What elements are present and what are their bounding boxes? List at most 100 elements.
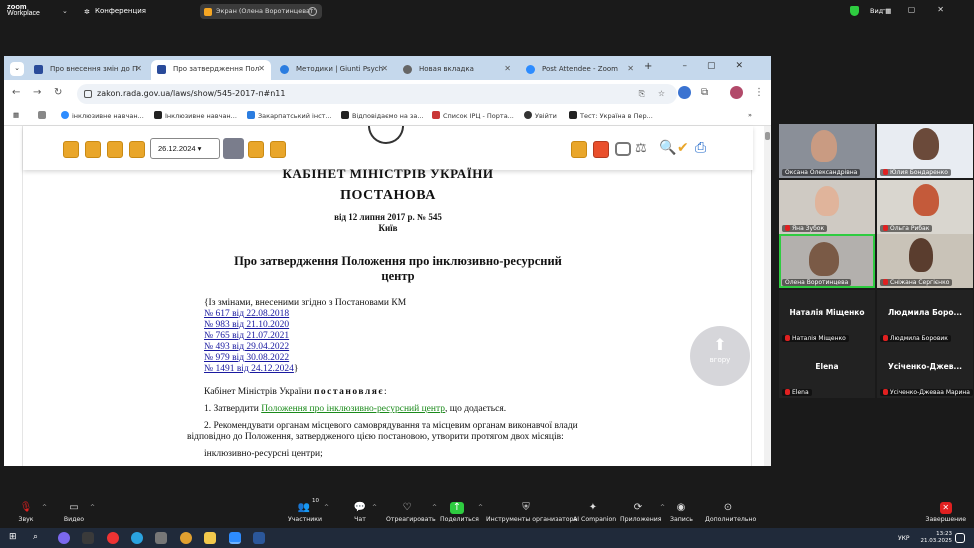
chevron-up-icon[interactable]: ^ [660, 504, 665, 511]
viber-icon[interactable] [58, 532, 70, 544]
doc-card-icon[interactable] [571, 141, 587, 158]
extension-icon[interactable] [678, 86, 691, 99]
new-tab-button[interactable]: + [644, 61, 652, 72]
back-icon[interactable]: ← [12, 87, 20, 98]
windows-start-icon[interactable]: ⊞ [9, 532, 21, 544]
apps-button[interactable]: ⟳ Приложения ^ [620, 498, 665, 523]
bookmark-star-icon[interactable]: ☆ [658, 84, 665, 104]
telegram-icon[interactable] [131, 532, 143, 544]
zoom-taskbar-icon[interactable] [229, 532, 241, 544]
window-controls[interactable]: –▢✕ [882, 5, 966, 14]
file-explorer-icon[interactable] [204, 532, 216, 544]
participant-tile[interactable]: Оксана Олександрівна [779, 124, 875, 178]
scroll-to-top-button[interactable]: ⬆ вгору [690, 326, 750, 386]
participant-tile[interactable]: Elena Elena [779, 344, 875, 398]
apps-grid-icon[interactable]: ▦ [13, 111, 19, 119]
app-icon[interactable] [82, 532, 94, 544]
chevron-up-icon[interactable]: ^ [478, 504, 483, 511]
video-button[interactable]: ▭ Видео ^ [62, 498, 95, 523]
profile-avatar[interactable] [730, 86, 743, 99]
regulation-link[interactable]: Положення про інклюзивно-ресурсний центр [261, 404, 445, 414]
browser-tab[interactable]: Post Attendee - Zoom ✕ [520, 60, 640, 80]
more-bookmarks-icon[interactable]: » [748, 111, 752, 119]
chrome-icon[interactable] [107, 532, 119, 544]
chrome-icon[interactable] [180, 532, 192, 544]
bookmark-item[interactable]: Увійти [524, 111, 557, 120]
change-link[interactable]: № 617 від 22.08.2018 [204, 309, 289, 319]
bookmark-item[interactable]: Список ІРЦ - Порта... [432, 111, 514, 120]
close-tab-icon[interactable]: ✕ [627, 60, 634, 78]
kebab-menu-icon[interactable]: ⋮ [754, 87, 764, 98]
chevron-down-icon[interactable]: ⌄ [62, 7, 68, 15]
app-icon[interactable] [155, 532, 167, 544]
doc-edit-icon[interactable] [107, 141, 123, 158]
chevron-up-icon[interactable]: ^ [324, 504, 329, 511]
participant-tile[interactable]: Юлия Бондаренко [877, 124, 973, 178]
section-icon[interactable] [593, 141, 609, 158]
participant-tile[interactable]: Людмила Боро... Людмила Боровик [877, 290, 973, 344]
doc-note-icon[interactable] [270, 141, 286, 158]
reload-icon[interactable]: ↻ [54, 87, 62, 98]
scales-icon[interactable]: ⚖ [635, 141, 647, 156]
print-icon[interactable]: ⎙ [695, 140, 706, 156]
react-button[interactable]: ♡ Отреагировать ^ [386, 498, 437, 523]
scrollbar-thumb[interactable] [765, 132, 770, 140]
doc-history-icon[interactable] [129, 141, 145, 158]
participant-tile[interactable]: Сніжана Сергієнко [877, 234, 973, 288]
bookmark-item[interactable]: Інклюзивне навчан... [154, 111, 237, 120]
page-scrollbar[interactable] [764, 126, 771, 466]
chevron-up-icon[interactable]: ^ [42, 504, 47, 511]
browser-tab[interactable]: Методики | Giunti Psych ✕ [274, 60, 394, 80]
change-link[interactable]: № 765 від 21.07.2021 [204, 331, 289, 341]
close-tab-icon[interactable]: ✕ [135, 60, 142, 78]
end-meeting-button[interactable]: ✕ Завершение [926, 498, 966, 523]
participant-tile[interactable]: Усіченко-Джев... Усіченко-Джеваа Марина [877, 344, 973, 398]
participant-tile[interactable]: Яна Зубок [779, 180, 875, 234]
bookmark-item[interactable] [38, 111, 49, 120]
security-shield-icon[interactable] [850, 6, 859, 16]
bookmark-item[interactable]: Відповідаємо на за... [341, 111, 424, 120]
change-link[interactable]: № 1491 від 24.12.2024} [204, 364, 298, 374]
share-button[interactable]: ↑ Поделиться ^ [440, 498, 483, 523]
bookmark-item[interactable]: Закарпатський інст... [247, 111, 332, 120]
url-input[interactable]: zakon.rada.gov.ua/laws/show/545-2017-п#n… [77, 84, 677, 104]
forward-icon[interactable]: → [33, 87, 41, 98]
close-tab-icon[interactable]: ✕ [381, 60, 388, 78]
extensions-puzzle-icon[interactable]: ⧉ [701, 87, 708, 98]
install-app-icon[interactable]: ⎘ [639, 84, 645, 104]
browser-tab-active[interactable]: Про затвердження Пол ✕ [151, 60, 271, 80]
comments-icon[interactable] [615, 142, 631, 156]
audio-button[interactable]: 🎙 Звук ^ [14, 498, 47, 523]
search-icon[interactable]: ⌕ [33, 532, 45, 544]
chevron-up-icon[interactable]: ^ [90, 504, 95, 511]
close-tab-icon[interactable]: ✕ [258, 60, 265, 78]
doc-info-icon[interactable] [63, 141, 79, 158]
bookmark-item[interactable]: Тест: Україна в Пер... [569, 111, 653, 120]
compare-scale-button[interactable] [223, 138, 244, 159]
tab-search-button[interactable]: ⌄ [10, 62, 24, 76]
browser-tab[interactable]: Новая вкладка ✕ [397, 60, 517, 80]
bookmark-item[interactable]: інклюзивне навчан... [61, 111, 144, 120]
screen-share-indicator[interactable]: Экран (Олена Воротинцева) ··· [200, 4, 322, 19]
close-tab-icon[interactable]: ✕ [504, 60, 511, 78]
doc-bookmark-icon[interactable] [85, 141, 101, 158]
checkmark-icon[interactable]: ✔ [677, 140, 689, 156]
word-icon[interactable] [253, 532, 265, 544]
notifications-icon[interactable] [955, 533, 965, 543]
browser-tab[interactable]: Про внесення змін до П ✕ [28, 60, 148, 80]
conference-menu[interactable]: ✲ Конференция [84, 7, 146, 16]
participant-tile[interactable]: Ольга Рибак [877, 180, 973, 234]
record-button[interactable]: ◉ Запись [670, 498, 693, 523]
chevron-up-icon[interactable]: ^ [372, 504, 377, 511]
more-button[interactable]: ⊙ Дополнительно [705, 498, 756, 523]
browser-window-controls[interactable]: –▢✕ [682, 61, 763, 71]
text-view-icon[interactable] [248, 141, 264, 158]
revision-date-select[interactable]: 26.12.2024 ▾ [150, 138, 220, 159]
participants-button[interactable]: 👥 Участники 10 ^ [288, 498, 329, 523]
change-link[interactable]: № 983 від 21.10.2020 [204, 320, 289, 330]
host-tools-button[interactable]: ⛨ Инструменты организатора [486, 498, 577, 523]
chat-button[interactable]: 💬 Чат ^ [352, 498, 377, 523]
ai-companion-button[interactable]: ✦ AI Companion [573, 498, 616, 523]
search-icon[interactable]: 🔍 [659, 140, 676, 156]
chevron-up-icon[interactable]: ^ [432, 504, 437, 511]
